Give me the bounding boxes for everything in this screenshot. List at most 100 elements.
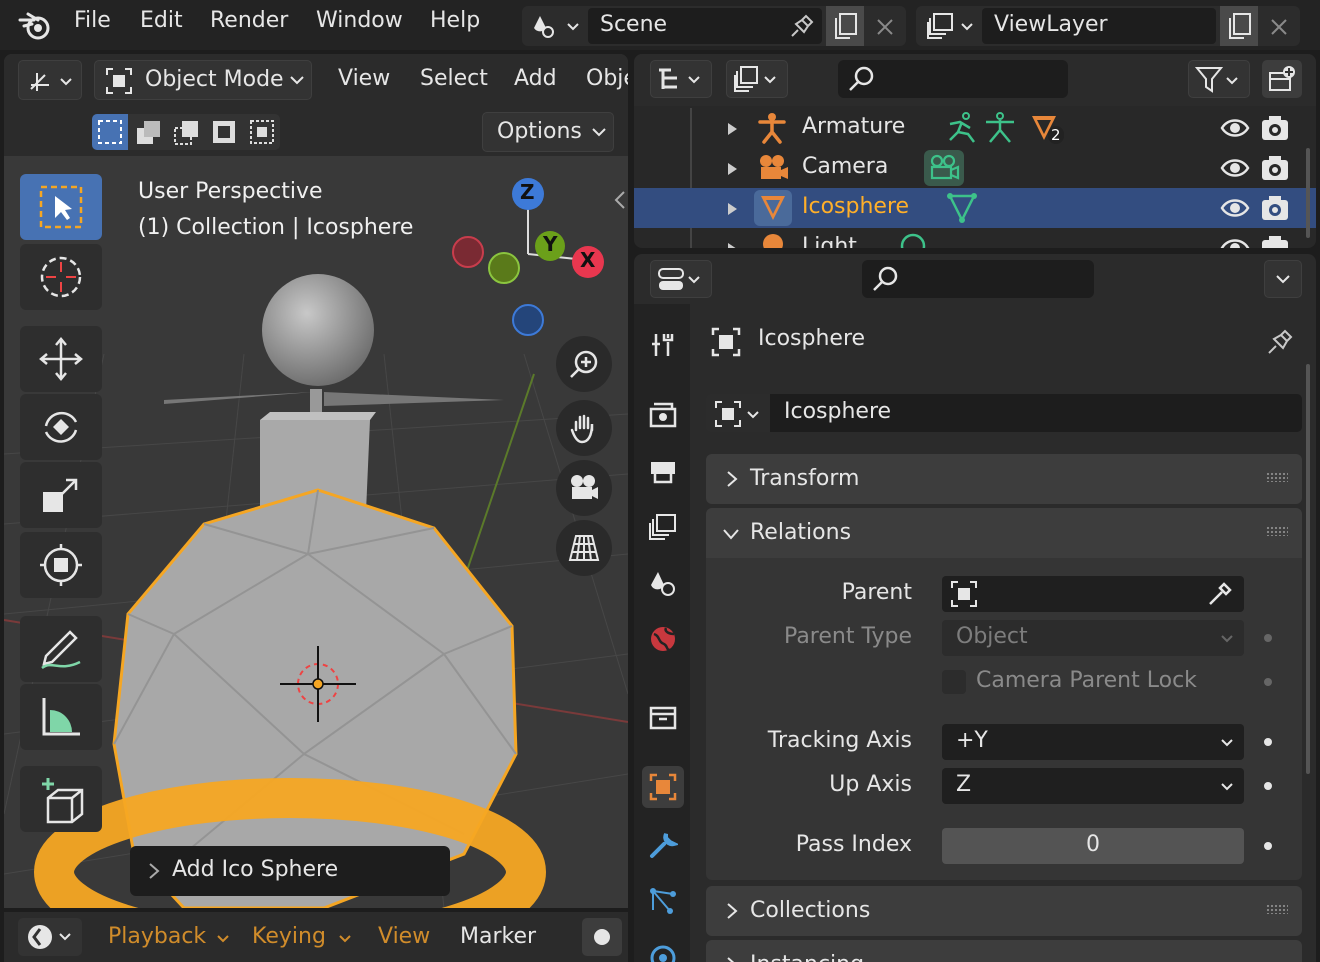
pass-index-field[interactable]: 0 bbox=[942, 828, 1244, 864]
render-camera-icon[interactable] bbox=[1260, 234, 1290, 248]
camera-data-button[interactable] bbox=[924, 150, 964, 186]
eye-icon[interactable] bbox=[1220, 234, 1250, 248]
3d-viewport[interactable]: Z Y X Object Mode View Select Add Obje bbox=[4, 54, 628, 908]
drag-handle-icon[interactable] bbox=[1266, 472, 1288, 482]
tool-annotate[interactable] bbox=[20, 616, 102, 682]
tab-render[interactable] bbox=[642, 394, 684, 436]
menu-render[interactable]: Render bbox=[210, 8, 288, 33]
redo-panel[interactable]: Add Ico Sphere bbox=[130, 846, 450, 896]
tab-physics[interactable] bbox=[642, 934, 684, 962]
tab-tool[interactable] bbox=[642, 324, 684, 366]
timeline-editor-type[interactable] bbox=[18, 918, 82, 956]
menu-help[interactable]: Help bbox=[430, 8, 480, 33]
disclosure-triangle-icon[interactable] bbox=[726, 162, 738, 176]
camera-parent-lock-checkbox[interactable] bbox=[942, 670, 966, 694]
eye-icon[interactable] bbox=[1220, 194, 1250, 222]
disclosure-triangle-icon[interactable] bbox=[726, 242, 738, 248]
scene-name-field[interactable]: Scene bbox=[588, 8, 822, 44]
perspective-toggle-button[interactable] bbox=[556, 520, 612, 576]
mesh-data-icon[interactable] bbox=[946, 192, 978, 224]
view-layer-name-field[interactable]: ViewLayer bbox=[982, 8, 1216, 44]
pin-icon[interactable] bbox=[1266, 326, 1296, 356]
render-camera-icon[interactable] bbox=[1260, 114, 1290, 142]
tab-collection[interactable] bbox=[642, 696, 684, 738]
tab-world[interactable] bbox=[642, 618, 684, 660]
eye-icon[interactable] bbox=[1220, 154, 1250, 182]
object-mode-dropdown[interactable]: Object Mode bbox=[94, 60, 312, 100]
tool-move[interactable] bbox=[20, 326, 102, 392]
timeline-menu-view[interactable]: View bbox=[378, 924, 430, 949]
tool-cursor[interactable] bbox=[20, 244, 102, 310]
new-collection-button[interactable] bbox=[1262, 60, 1302, 98]
pose-icon[interactable] bbox=[946, 112, 978, 144]
outliner-scrollbar[interactable] bbox=[1306, 148, 1310, 238]
outliner-filter-button[interactable] bbox=[1188, 60, 1250, 98]
tab-view-layer[interactable] bbox=[642, 506, 684, 548]
outliner-filter-layers[interactable] bbox=[726, 60, 788, 98]
viewport-menu-view[interactable]: View bbox=[338, 66, 390, 91]
close-icon[interactable] bbox=[1268, 16, 1290, 38]
timeline-menu-keying[interactable]: Keying bbox=[252, 924, 326, 949]
tool-transform[interactable] bbox=[20, 532, 102, 598]
new-scene-button[interactable] bbox=[826, 6, 864, 46]
tracking-axis-dropdown[interactable]: +Y bbox=[942, 724, 1244, 760]
disclosure-triangle-icon[interactable] bbox=[726, 202, 738, 216]
timeline-menu-marker[interactable]: Marker bbox=[460, 924, 536, 949]
render-layers-icon[interactable] bbox=[926, 12, 976, 40]
animate-property-dot[interactable] bbox=[1264, 782, 1272, 790]
outliner-row-camera[interactable]: Camera bbox=[634, 148, 1316, 188]
tool-rotate[interactable] bbox=[20, 394, 102, 460]
close-icon[interactable] bbox=[874, 16, 896, 38]
animate-property-dot[interactable] bbox=[1264, 634, 1272, 642]
parent-type-dropdown[interactable]: Object bbox=[942, 620, 1244, 656]
pose-data-icon[interactable] bbox=[984, 112, 1016, 144]
viewport-menu-object[interactable]: Obje bbox=[586, 66, 628, 91]
tab-output[interactable] bbox=[642, 450, 684, 492]
outliner-display-mode[interactable] bbox=[650, 60, 712, 98]
eye-icon[interactable] bbox=[1220, 114, 1250, 142]
properties-search-input[interactable] bbox=[862, 260, 1094, 298]
select-invert-button[interactable] bbox=[206, 114, 242, 150]
panel-instancing-header[interactable]: Instancing bbox=[706, 940, 1302, 962]
viewport-menu-select[interactable]: Select bbox=[420, 66, 488, 91]
new-view-layer-button[interactable] bbox=[1220, 6, 1258, 46]
timeline-menu-playback[interactable]: Playback bbox=[108, 924, 206, 949]
tool-add-cube[interactable] bbox=[20, 766, 102, 832]
panel-transform-header[interactable]: Transform bbox=[706, 454, 1302, 504]
viewport-menu-add[interactable]: Add bbox=[514, 66, 557, 91]
blender-logo-icon[interactable] bbox=[18, 10, 54, 42]
light-data-icon[interactable] bbox=[898, 232, 928, 248]
animate-property-dot[interactable] bbox=[1264, 678, 1272, 686]
tool-measure[interactable] bbox=[20, 684, 102, 750]
outliner-row-armature[interactable]: Armature 2 bbox=[634, 108, 1316, 148]
scene-icon[interactable] bbox=[532, 12, 582, 40]
drag-handle-icon[interactable] bbox=[1266, 904, 1288, 914]
panel-collections-header[interactable]: Collections bbox=[706, 886, 1302, 936]
render-camera-icon[interactable] bbox=[1260, 194, 1290, 222]
render-camera-icon[interactable] bbox=[1260, 154, 1290, 182]
tab-scene[interactable] bbox=[642, 562, 684, 604]
chevron-left-icon[interactable] bbox=[612, 190, 628, 210]
camera-view-button[interactable] bbox=[556, 460, 612, 516]
disclosure-triangle-icon[interactable] bbox=[726, 122, 738, 136]
select-extend-button[interactable] bbox=[130, 114, 166, 150]
outliner-row-light[interactable]: Light bbox=[634, 228, 1316, 248]
editor-type-button[interactable] bbox=[18, 60, 82, 100]
select-subtract-button[interactable] bbox=[168, 114, 204, 150]
menu-file[interactable]: File bbox=[74, 8, 111, 33]
properties-options-button[interactable] bbox=[1264, 260, 1302, 298]
tab-particles[interactable] bbox=[642, 880, 684, 922]
zoom-button[interactable] bbox=[556, 336, 612, 392]
tool-scale[interactable] bbox=[20, 462, 102, 528]
menu-edit[interactable]: Edit bbox=[140, 8, 183, 33]
panel-relations-header[interactable]: Relations bbox=[706, 508, 1302, 558]
properties-editor-type[interactable] bbox=[650, 260, 712, 298]
pin-icon[interactable] bbox=[788, 12, 816, 40]
eyedropper-icon[interactable] bbox=[1206, 580, 1234, 608]
menu-window[interactable]: Window bbox=[316, 8, 403, 33]
object-name-field[interactable]: Icosphere bbox=[770, 394, 1302, 432]
tab-modifiers[interactable] bbox=[642, 824, 684, 866]
properties-scrollbar[interactable] bbox=[1306, 364, 1310, 774]
select-new-button[interactable] bbox=[92, 114, 128, 150]
drag-handle-icon[interactable] bbox=[1266, 526, 1288, 536]
